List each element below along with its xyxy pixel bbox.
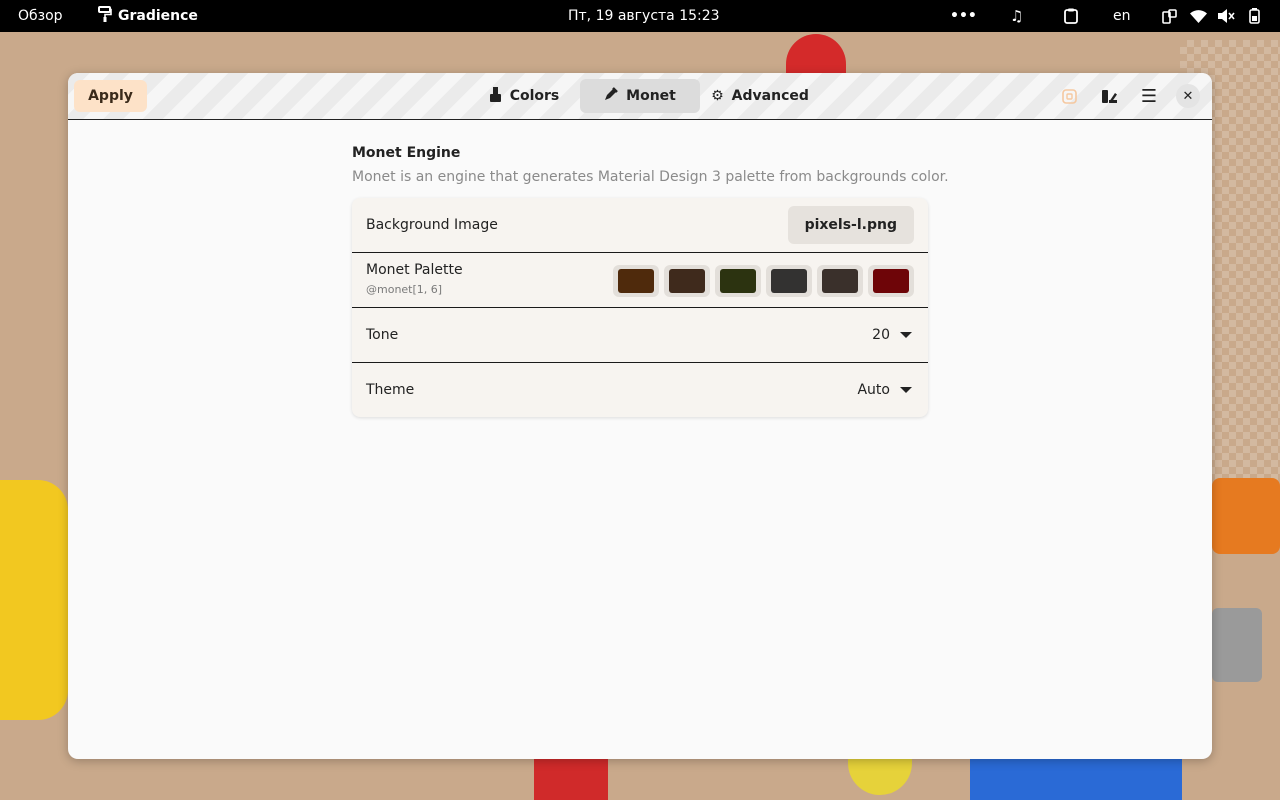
close-button[interactable]: ✕ — [1176, 84, 1200, 108]
wallpaper-box — [1212, 608, 1262, 682]
monet-palette-subtitle: @monet[1, 6] — [366, 283, 443, 296]
overview-button[interactable]: Обзор — [18, 0, 63, 32]
swatch-color — [618, 269, 654, 293]
monet-palette-row: Monet Palette @monet[1, 6] — [352, 253, 928, 308]
palette-swatch-1[interactable] — [613, 265, 659, 297]
tone-row[interactable]: Tone 20 — [352, 308, 928, 363]
more-indicator[interactable]: ••• — [950, 0, 977, 32]
wallpaper-cassette — [534, 759, 608, 800]
language-indicator[interactable]: en — [1113, 0, 1131, 32]
background-image-row: Background Image pixels-l.png — [352, 198, 928, 253]
palette-swatches-icon[interactable] — [1095, 82, 1123, 110]
paint-roller-icon — [98, 6, 112, 26]
close-icon: ✕ — [1182, 88, 1194, 104]
clock[interactable]: Пт, 19 августа 15:23 — [568, 0, 720, 32]
theme-row[interactable]: Theme Auto — [352, 363, 928, 417]
monet-settings-card: Background Image pixels-l.png Monet Pale… — [352, 198, 928, 417]
tab-advanced[interactable]: ⚙ Advanced — [710, 79, 810, 113]
top-bar: Обзор Gradience Пт, 19 августа 15:23 •••… — [0, 0, 1280, 32]
tab-colors[interactable]: Colors — [474, 79, 574, 113]
tone-label: Tone — [366, 327, 399, 343]
palette-swatch-6[interactable] — [868, 265, 914, 297]
swatch-color — [822, 269, 858, 293]
palette-swatch-2[interactable] — [664, 265, 710, 297]
wallpaper-game — [970, 759, 1182, 800]
palette-swatch-3[interactable] — [715, 265, 761, 297]
volume-muted-icon[interactable] — [1218, 0, 1235, 32]
swatch-color — [720, 269, 756, 293]
app-menu[interactable]: Gradience — [98, 0, 198, 32]
section-title: Monet Engine — [352, 145, 461, 161]
section-description: Monet is an engine that generates Materi… — [352, 169, 949, 185]
background-image-file-button[interactable]: pixels-l.png — [787, 206, 914, 244]
presets-icon[interactable] — [1055, 82, 1083, 110]
theme-dropdown-value[interactable]: Auto — [857, 382, 890, 398]
tone-dropdown-value[interactable]: 20 — [872, 327, 890, 343]
background-image-label: Background Image — [366, 217, 498, 233]
wallpaper-guitar — [0, 480, 68, 720]
music-icon[interactable]: ♫ — [1010, 0, 1023, 32]
hamburger-menu-icon[interactable]: ☰ — [1135, 82, 1163, 110]
apply-button[interactable]: Apply — [74, 80, 147, 112]
clipboard-icon[interactable] — [1064, 0, 1078, 32]
wallpaper-radio — [1212, 478, 1280, 554]
wallpaper-ball — [848, 759, 912, 795]
palette-swatch-5[interactable] — [817, 265, 863, 297]
gradience-window: Apply Colors Monet ⚙ Advanced ☰ ✕ Monet … — [68, 73, 1212, 759]
palette-swatch-4[interactable] — [766, 265, 812, 297]
swatch-color — [873, 269, 909, 293]
swatch-color — [669, 269, 705, 293]
battery-icon[interactable] — [1249, 0, 1260, 32]
header-bar: Apply Colors Monet ⚙ Advanced ☰ ✕ — [68, 73, 1212, 120]
gear-icon: ⚙ — [711, 88, 724, 104]
wallpaper-strawberry — [786, 34, 846, 74]
swatch-color — [771, 269, 807, 293]
monet-palette-label: Monet Palette — [366, 262, 463, 278]
theme-label: Theme — [366, 382, 415, 398]
screen-rotate-icon[interactable] — [1162, 0, 1177, 32]
dropdown-arrow-icon[interactable] — [900, 332, 912, 338]
brush-icon — [489, 86, 502, 106]
dropdown-arrow-icon[interactable] — [900, 387, 912, 393]
wifi-icon[interactable] — [1190, 0, 1207, 32]
eyedropper-icon — [604, 87, 619, 105]
tab-monet[interactable]: Monet — [580, 79, 700, 113]
